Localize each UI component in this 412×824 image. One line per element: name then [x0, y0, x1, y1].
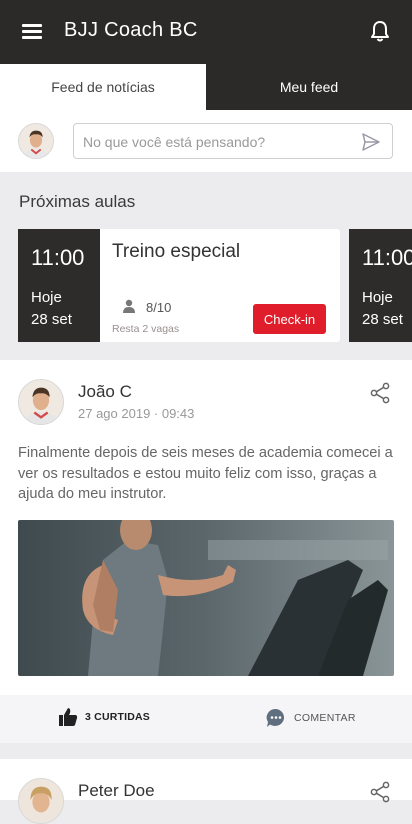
tab-meu-feed[interactable]: Meu feed: [206, 64, 412, 110]
author-avatar[interactable]: [18, 778, 64, 824]
class-date: 28 set: [362, 311, 403, 328]
post-image[interactable]: [18, 520, 394, 676]
class-hour: 11:00: [31, 245, 85, 270]
composer-input[interactable]: No que você está pensando?: [73, 123, 393, 159]
class-date: 28 set: [31, 311, 72, 328]
post-author[interactable]: João C: [78, 382, 132, 402]
menu-icon[interactable]: [22, 24, 42, 40]
app-bar: BJJ Coach BC: [0, 0, 412, 64]
feed-tabs: Feed de notícias Meu feed: [0, 64, 412, 110]
like-button[interactable]: 3 CURTIDAS: [58, 707, 150, 727]
post-timestamp: 27 ago 2019 · 09:43: [78, 406, 195, 421]
comment-button[interactable]: COMENTAR: [266, 708, 356, 728]
post-actions: 3 CURTIDAS COMENTAR: [0, 695, 412, 743]
send-icon[interactable]: [361, 132, 381, 152]
post-author[interactable]: Peter Doe: [78, 781, 155, 801]
share-icon[interactable]: [370, 382, 390, 404]
composer-placeholder: No que você está pensando?: [83, 134, 266, 150]
comment-label: COMENTAR: [294, 712, 356, 724]
feed-post: João C 27 ago 2019 · 09:43 Finalmente de…: [0, 360, 412, 743]
class-card[interactable]: 11:00 Hoje 28 set: [349, 229, 412, 342]
author-avatar[interactable]: [18, 379, 64, 425]
thumbs-up-icon: [59, 708, 78, 726]
app-title: BJJ Coach BC: [64, 19, 198, 41]
class-day: Hoje: [362, 289, 393, 306]
attendance-count: 8/10: [146, 300, 172, 315]
checkin-button[interactable]: Check-in: [253, 304, 326, 334]
class-info: Treino especial 8/10 Resta 2 vagas Check…: [100, 229, 340, 342]
section-heading: Próximas aulas: [19, 192, 136, 211]
class-time-block: 11:00 Hoje 28 set: [18, 229, 100, 342]
class-name: Treino especial: [112, 241, 241, 262]
comment-icon: [266, 708, 285, 727]
feed-post: Peter Doe: [0, 759, 412, 824]
post-body: Finalmente depois de seis meses de acade…: [18, 445, 393, 502]
class-time-block: 11:00 Hoje 28 set: [349, 229, 412, 342]
class-day: Hoje: [31, 289, 62, 306]
class-hour: 11:00: [362, 245, 412, 270]
tab-feed-noticias[interactable]: Feed de notícias: [0, 64, 206, 110]
class-card[interactable]: 11:00 Hoje 28 set Treino especial 8/10 R…: [18, 229, 340, 342]
remaining-spots: Resta 2 vagas: [112, 323, 180, 335]
post-composer: No que você está pensando?: [0, 110, 412, 172]
upcoming-classes: Próximas aulas 11:00 Hoje 28 set Treino …: [0, 172, 412, 360]
likes-count: 3 CURTIDAS: [85, 711, 151, 723]
bell-icon[interactable]: [370, 20, 390, 42]
user-avatar[interactable]: [18, 123, 54, 159]
person-icon: [123, 299, 135, 313]
